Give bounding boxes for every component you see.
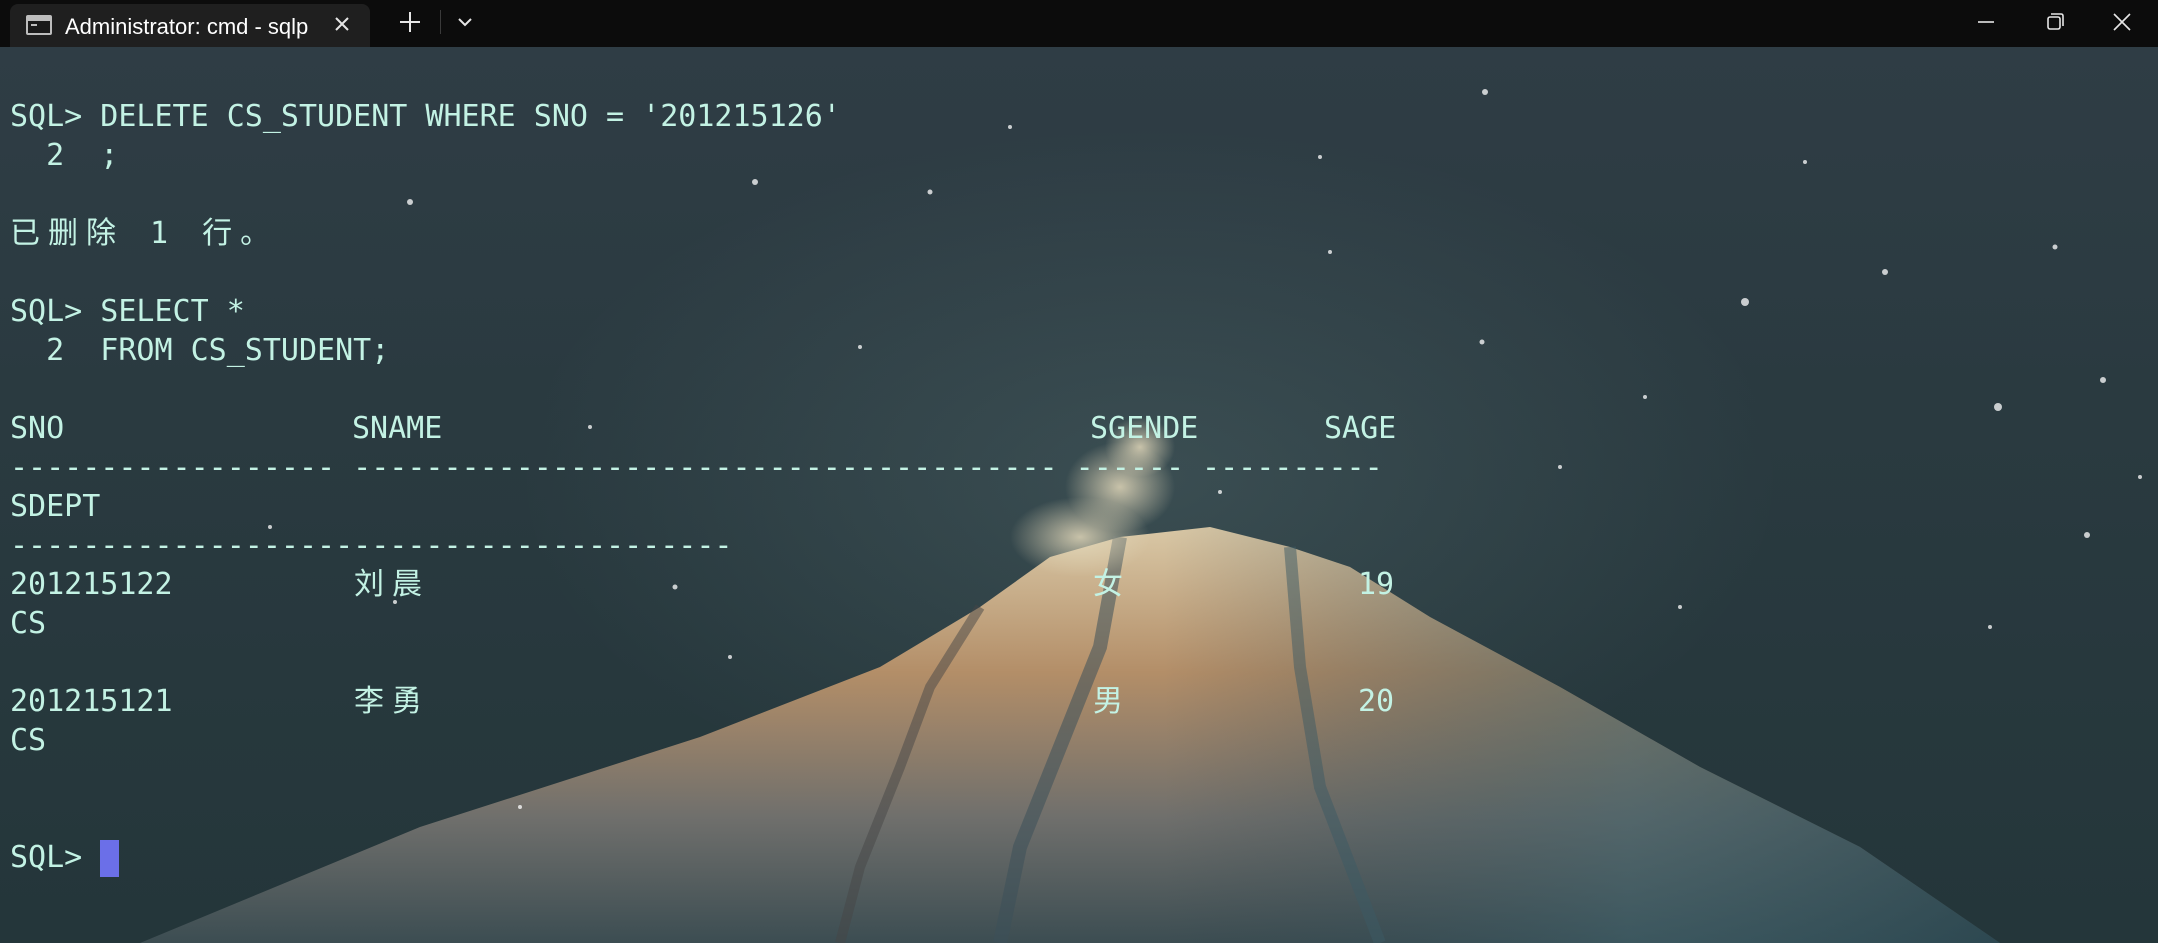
tab-cmd-sqlp[interactable]: Administrator: cmd - sqlp [10, 4, 370, 47]
text-cursor [100, 840, 119, 877]
terminal-output: SQL> DELETE CS_STUDENT WHERE SNO = '2012… [0, 47, 2158, 943]
row2-sname: 李勇 [354, 684, 430, 719]
header-sgende: SGENDE [1090, 411, 1199, 446]
row1-sage: 19 [1358, 567, 1395, 602]
select-command: SQL> SELECT * [10, 294, 245, 329]
row1-sname: 刘晨 [354, 567, 430, 602]
terminal-pane[interactable]: SQL> DELETE CS_STUDENT WHERE SNO = '2012… [0, 47, 2158, 943]
header-sdept: SDEPT [10, 489, 101, 524]
divider [440, 10, 441, 34]
row1-sdept: CS [10, 606, 47, 641]
delete-command: SQL> DELETE CS_STUDENT WHERE SNO = '2012… [10, 99, 841, 134]
header-sno: SNO [10, 411, 65, 446]
terminal-icon [26, 15, 52, 35]
row1-sno: 201215122 [10, 567, 173, 602]
terminal-window: Administrator: cmd - sqlp SQL> DELETE CS… [0, 0, 2158, 943]
row2-sno: 201215121 [10, 684, 173, 719]
maximize-icon[interactable] [2020, 0, 2088, 44]
sdept-underline: ---------------------------------------- [10, 528, 733, 563]
plus-icon[interactable] [392, 0, 428, 44]
sql-prompt: SQL> [10, 840, 101, 875]
header-sage: SAGE [1324, 411, 1397, 446]
close-icon[interactable] [2088, 0, 2156, 44]
title-bar: Administrator: cmd - sqlp [0, 0, 2158, 47]
row2-sage: 20 [1358, 684, 1395, 719]
close-icon[interactable] [328, 10, 356, 38]
row2-sgende: 男 [1093, 684, 1123, 719]
minimize-icon[interactable] [1952, 0, 2020, 44]
header-sname: SNAME [352, 411, 443, 446]
header-underline: ------------------ ---------------------… [10, 450, 1383, 485]
tab-title: Administrator: cmd - sqlp [65, 14, 309, 39]
chevron-down-icon[interactable] [450, 0, 480, 44]
select-continuation: 2 FROM CS_STUDENT; [10, 333, 390, 368]
row1-sgende: 女 [1093, 567, 1123, 602]
row2-sdept: CS [10, 723, 47, 758]
delete-result: 已删除 1 行。 [10, 216, 279, 251]
delete-continuation: 2 ; [10, 138, 119, 173]
